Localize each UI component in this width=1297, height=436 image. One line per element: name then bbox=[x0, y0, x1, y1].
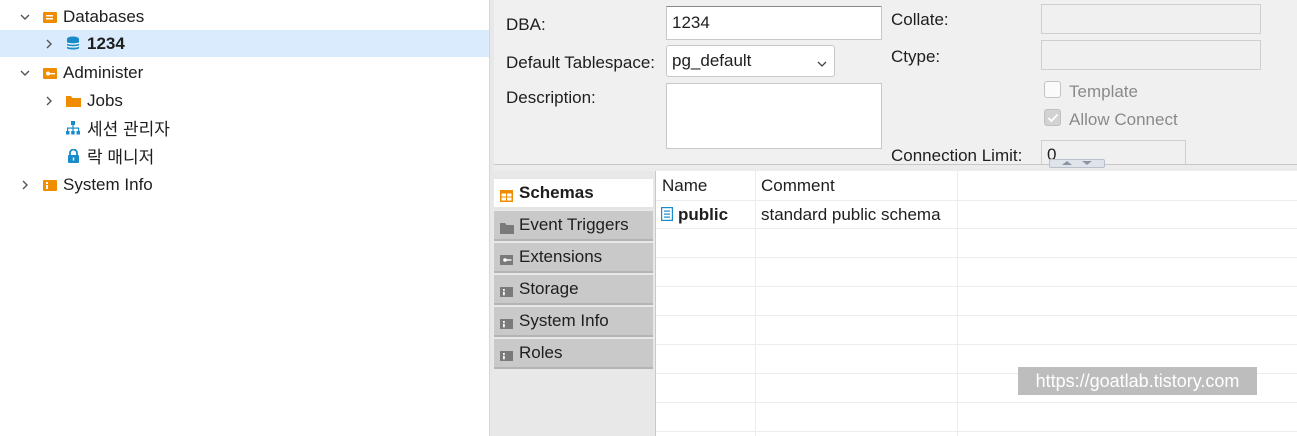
row-divider bbox=[656, 286, 1297, 287]
sash-toggle-handle[interactable] bbox=[1049, 159, 1105, 168]
tablespace-selected-value: pg_default bbox=[672, 51, 752, 70]
tree-node-lock-manager[interactable]: 락 매니저 bbox=[0, 142, 489, 169]
checkmark-icon bbox=[1047, 113, 1059, 123]
chevron-right-icon[interactable] bbox=[19, 179, 31, 191]
session-tree-icon bbox=[66, 120, 80, 135]
tree-node-jobs[interactable]: Jobs bbox=[0, 87, 489, 114]
databases-folder-icon bbox=[43, 9, 57, 23]
tree-node-session-manager[interactable]: 세션 관리자 bbox=[0, 114, 489, 141]
schema-comment-cell: standard public schema bbox=[761, 205, 941, 224]
tab-storage[interactable]: Storage bbox=[494, 275, 653, 305]
schemas-table: Name Comment public standard public sche… bbox=[655, 171, 1297, 436]
ctype-label: Ctype: bbox=[891, 47, 941, 66]
system-info-icon bbox=[500, 315, 513, 329]
row-divider bbox=[656, 402, 1297, 403]
dba-label: DBA: bbox=[506, 15, 546, 34]
column-header-name[interactable]: Name bbox=[662, 171, 707, 201]
dba-field[interactable]: 1234 bbox=[666, 6, 882, 40]
chevron-down-icon[interactable] bbox=[19, 67, 31, 79]
allow-connect-label: Allow Connect bbox=[1069, 110, 1178, 129]
schema-icon bbox=[661, 206, 674, 226]
lock-icon bbox=[67, 148, 81, 163]
row-divider bbox=[656, 257, 1297, 258]
template-label: Template bbox=[1069, 82, 1138, 101]
roles-icon bbox=[500, 347, 513, 361]
tab-event-triggers[interactable]: Event Triggers bbox=[494, 211, 653, 241]
row-divider bbox=[656, 315, 1297, 316]
tab-label-system-info: System Info bbox=[519, 311, 609, 330]
watermark-url: https://goatlab.tistory.com bbox=[1018, 367, 1257, 395]
horizontal-sash[interactable] bbox=[494, 164, 1297, 171]
folder-icon bbox=[66, 93, 81, 107]
collate-field[interactable] bbox=[1041, 4, 1261, 34]
row-divider bbox=[656, 431, 1297, 432]
tree-node-db-1234[interactable]: 1234 bbox=[0, 30, 489, 57]
column-header-comment[interactable]: Comment bbox=[761, 171, 835, 201]
extensions-icon bbox=[500, 251, 513, 265]
tree-label-jobs: Jobs bbox=[87, 90, 123, 110]
chevron-right-icon[interactable] bbox=[43, 95, 55, 107]
tab-roles[interactable]: Roles bbox=[494, 339, 653, 369]
database-properties-panel: DBA: 1234 Default Tablespace: pg_default… bbox=[494, 0, 1297, 164]
tab-system-info[interactable]: System Info bbox=[494, 307, 653, 337]
tree-label-session-manager: 세션 관리자 bbox=[87, 120, 170, 139]
tree-label-databases: Databases bbox=[63, 6, 145, 26]
tree-node-databases[interactable]: Databases bbox=[0, 3, 489, 30]
tree-label-db-1234: 1234 bbox=[87, 33, 125, 53]
description-textarea[interactable] bbox=[666, 83, 882, 149]
chevron-down-icon[interactable] bbox=[19, 11, 31, 23]
tab-label-storage: Storage bbox=[519, 279, 579, 298]
description-label: Description: bbox=[506, 88, 596, 107]
tree-node-system-info[interactable]: System Info bbox=[0, 171, 489, 198]
tab-label-schemas: Schemas bbox=[519, 183, 594, 202]
editor-tab-list: Schemas Event Triggers Extensions Storag… bbox=[494, 171, 655, 436]
ctype-field[interactable] bbox=[1041, 40, 1261, 70]
chevron-down-icon bbox=[816, 55, 828, 75]
tab-extensions[interactable]: Extensions bbox=[494, 243, 653, 273]
schemas-table-icon bbox=[500, 187, 513, 202]
database-icon bbox=[66, 36, 80, 50]
tab-label-roles: Roles bbox=[519, 343, 563, 362]
tab-label-extensions: Extensions bbox=[519, 247, 603, 266]
tab-schemas[interactable]: Schemas bbox=[494, 179, 653, 209]
tree-label-system-info: System Info bbox=[63, 174, 153, 194]
template-checkbox[interactable] bbox=[1044, 81, 1061, 98]
folder-icon bbox=[500, 219, 514, 234]
connection-limit-label: Connection Limit: bbox=[891, 146, 1023, 164]
row-divider bbox=[656, 344, 1297, 345]
system-info-folder-icon bbox=[43, 177, 57, 191]
tab-label-event-triggers: Event Triggers bbox=[519, 215, 629, 234]
storage-icon bbox=[500, 283, 513, 297]
tree-label-lock-manager: 락 매니저 bbox=[87, 148, 155, 167]
tree-label-administer: Administer bbox=[63, 62, 144, 82]
allow-connect-checkbox[interactable] bbox=[1044, 109, 1061, 126]
schema-name-cell: public bbox=[678, 205, 729, 224]
table-row[interactable]: public standard public schema bbox=[656, 201, 1297, 228]
administer-folder-icon bbox=[43, 65, 57, 79]
row-divider bbox=[656, 228, 1297, 229]
collate-label: Collate: bbox=[891, 10, 949, 29]
default-tablespace-select[interactable]: pg_default bbox=[666, 45, 835, 77]
tree-node-administer[interactable]: Administer bbox=[0, 59, 489, 86]
default-tablespace-label: Default Tablespace: bbox=[506, 53, 656, 72]
navigator-tree: Databases 1234 Administer Jobs 세션 관리자 락 … bbox=[0, 0, 489, 436]
chevron-right-icon[interactable] bbox=[43, 38, 55, 50]
